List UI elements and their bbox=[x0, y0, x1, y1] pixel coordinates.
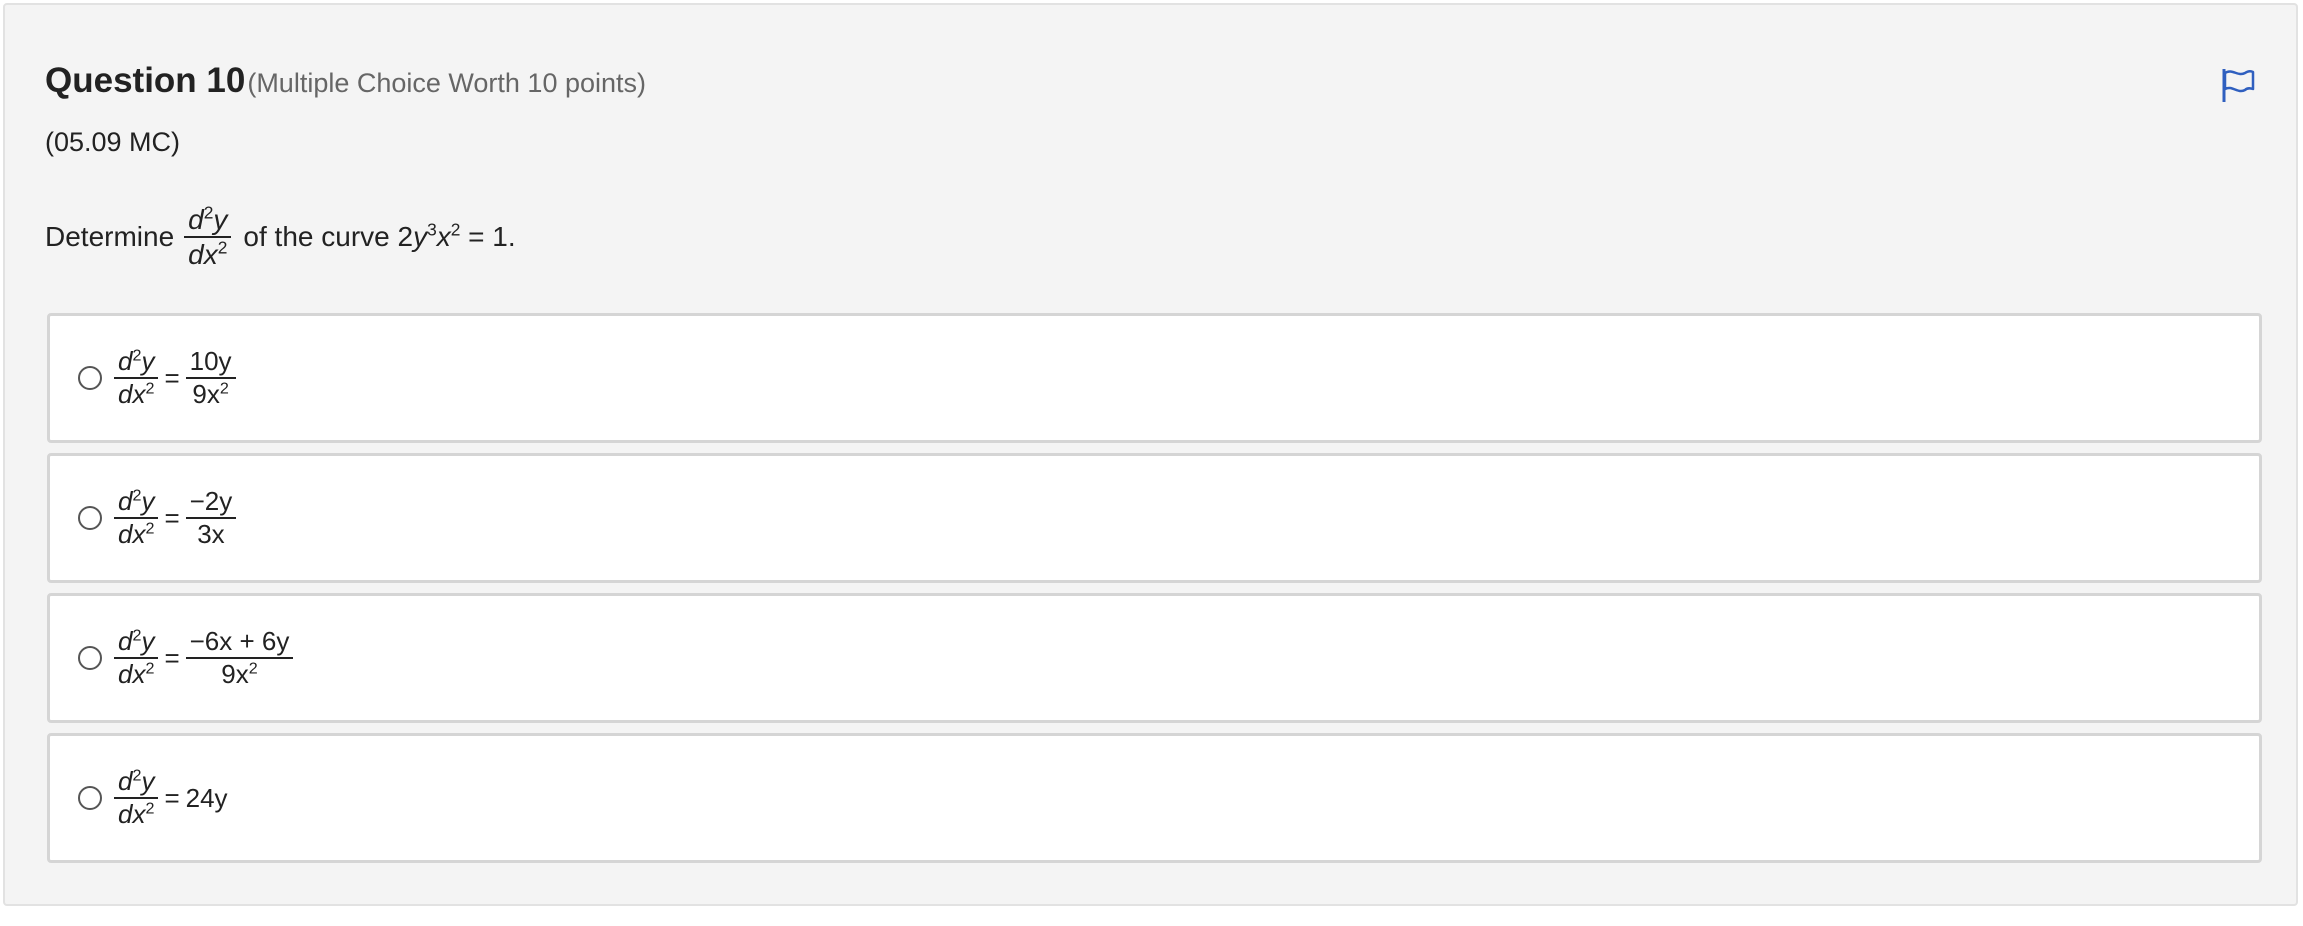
equals-sign: = bbox=[164, 642, 180, 673]
lhs-fraction: d2y dx2 bbox=[114, 767, 159, 829]
prompt-derivative-numerator: d2y bbox=[184, 204, 232, 239]
lhs-fraction: d2y dx2 bbox=[114, 627, 159, 689]
question-code: (05.09 MC) bbox=[45, 127, 181, 157]
answer-option-a[interactable]: d2y dx2 = 10y 9x2 bbox=[47, 313, 2262, 443]
equals-sign: = bbox=[164, 502, 180, 533]
answer-option-d[interactable]: d2y dx2 = 24y bbox=[47, 733, 2262, 863]
answer-expression: d2y dx2 = −6x + 6y 9x2 bbox=[114, 627, 294, 689]
rhs-fraction: −2y 3x bbox=[185, 487, 237, 549]
flag-icon[interactable] bbox=[2218, 65, 2258, 105]
prompt-derivative-denominator: dx2 bbox=[188, 237, 228, 271]
rhs-fraction: −6x + 6y 9x2 bbox=[185, 627, 294, 689]
radio-button[interactable] bbox=[78, 646, 102, 670]
equals-sign: = bbox=[164, 362, 180, 393]
equals-sign: = bbox=[164, 782, 180, 813]
lhs-fraction: d2y dx2 bbox=[114, 347, 159, 409]
question-prompt: Determine d2y dx2 of the curve 2y3x2 = 1… bbox=[45, 204, 516, 271]
rhs-fraction: 10y 9x2 bbox=[185, 347, 236, 409]
answer-options: d2y dx2 = 10y 9x2 d2y dx2 = −2y 3x d2y d… bbox=[47, 313, 2262, 873]
prompt-equation: of the curve 2y3x2 = 1. bbox=[243, 219, 516, 253]
answer-expression: d2y dx2 = 10y 9x2 bbox=[114, 347, 236, 409]
answer-option-b[interactable]: d2y dx2 = −2y 3x bbox=[47, 453, 2262, 583]
answer-expression: d2y dx2 = 24y bbox=[114, 767, 228, 829]
lhs-fraction: d2y dx2 bbox=[114, 487, 159, 549]
question-title: Question 10 bbox=[45, 61, 246, 100]
radio-button[interactable] bbox=[78, 366, 102, 390]
question-header: Question 10 (Multiple Choice Worth 10 po… bbox=[45, 61, 646, 101]
radio-button[interactable] bbox=[78, 506, 102, 530]
rhs-inline: 24y bbox=[185, 782, 228, 813]
answer-option-c[interactable]: d2y dx2 = −6x + 6y 9x2 bbox=[47, 593, 2262, 723]
question-worth: (Multiple Choice Worth 10 points) bbox=[247, 68, 646, 98]
prompt-lead: Determine bbox=[45, 221, 175, 253]
prompt-derivative: d2y dx2 bbox=[184, 204, 232, 271]
answer-expression: d2y dx2 = −2y 3x bbox=[114, 487, 237, 549]
question-panel: Question 10 (Multiple Choice Worth 10 po… bbox=[3, 3, 2298, 906]
radio-button[interactable] bbox=[78, 786, 102, 810]
